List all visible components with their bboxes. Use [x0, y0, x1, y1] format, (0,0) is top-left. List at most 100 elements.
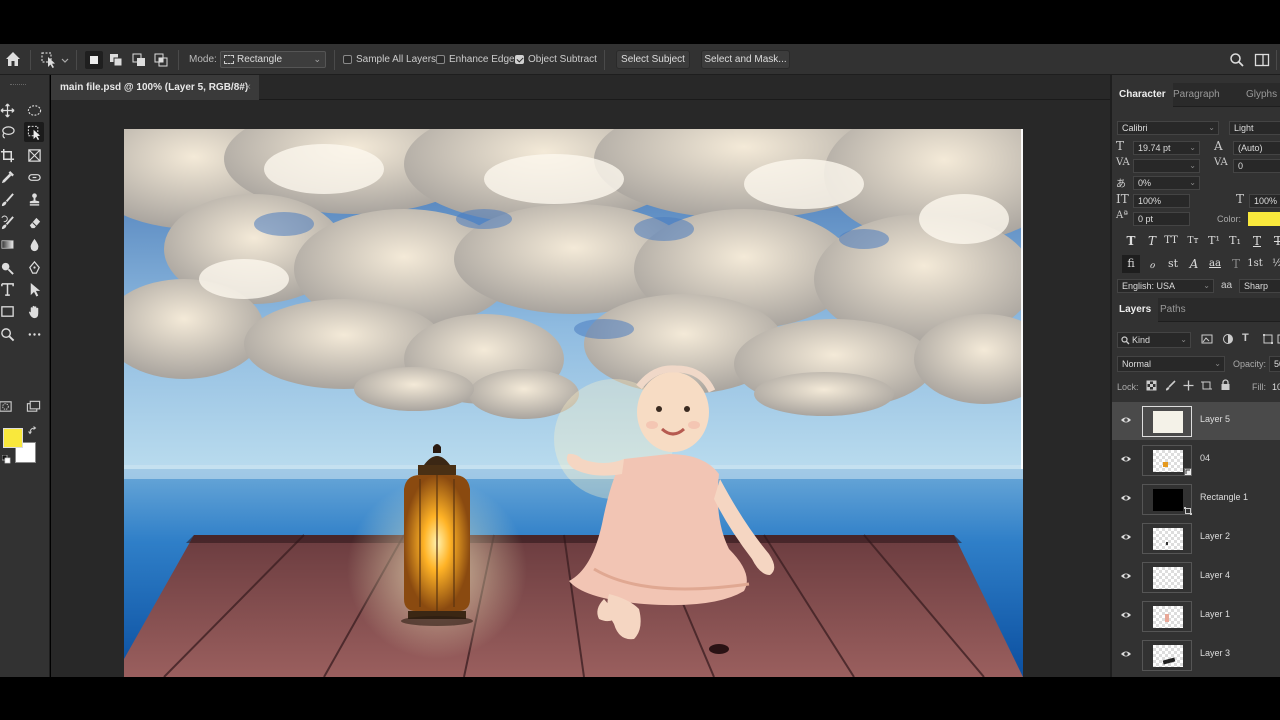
image-canvas[interactable] [124, 129, 1023, 677]
workspace-icon[interactable] [1254, 52, 1270, 68]
superscript-button[interactable]: T¹ [1205, 232, 1223, 250]
blend-mode-select[interactable]: Normal ⌄ [1117, 356, 1225, 372]
checkbox-box[interactable] [343, 55, 352, 64]
filter-shape-icon[interactable] [1262, 333, 1274, 345]
baseline-shift-field[interactable]: 0 pt [1133, 212, 1190, 226]
spot-healing-tool[interactable] [24, 167, 44, 187]
fill-value[interactable]: 10 [1272, 382, 1280, 392]
select-subject-button[interactable]: Select Subject [616, 50, 690, 69]
layer-name[interactable]: Rectangle 1 [1200, 492, 1248, 502]
screen-mode-button[interactable] [23, 396, 43, 416]
faux-bold-button[interactable]: T [1122, 232, 1140, 250]
subtract-from-selection-button[interactable] [130, 51, 148, 69]
type-tool[interactable] [0, 279, 17, 299]
tracking-field[interactable]: 0 [1233, 159, 1280, 173]
lock-artboard-icon[interactable] [1201, 380, 1212, 391]
more-tools-button[interactable] [24, 324, 44, 344]
stylistic-alternates-button[interactable]: aa [1206, 255, 1224, 273]
frame-tool[interactable] [24, 145, 44, 165]
tab-layers[interactable]: Layers [1112, 298, 1159, 322]
blur-tool[interactable] [24, 234, 44, 254]
layer-name[interactable]: Layer 4 [1200, 570, 1230, 580]
tab-paragraph[interactable]: Paragraph [1166, 83, 1227, 107]
document-tab[interactable]: main file.psd @ 100% (Layer 5, RGB/8#) × [51, 75, 259, 100]
filter-type-icon[interactable]: T [1242, 332, 1249, 344]
select-and-mask-button[interactable]: Select and Mask... [701, 50, 790, 69]
ligatures-button[interactable]: ﬁ [1122, 255, 1140, 273]
path-selection-tool[interactable] [24, 279, 44, 299]
small-caps-button[interactable]: Tт [1184, 232, 1202, 250]
tab-paths[interactable]: Paths [1153, 298, 1193, 322]
vertical-scale-field[interactable]: 100% [1133, 194, 1190, 208]
lock-brush-icon[interactable] [1165, 380, 1176, 391]
underline-button[interactable]: T [1248, 232, 1266, 250]
layer-name[interactable]: Layer 1 [1200, 609, 1230, 619]
home-icon[interactable] [4, 50, 22, 68]
layer-name[interactable]: Layer 3 [1200, 648, 1230, 658]
history-brush-tool[interactable] [0, 212, 17, 232]
crop-tool[interactable] [0, 145, 17, 165]
tab-character[interactable]: Character [1112, 83, 1173, 107]
layer-row[interactable]: Layer 3 [1112, 636, 1280, 674]
filter-pixel-icon[interactable] [1201, 333, 1213, 345]
swash-button[interactable]: A [1185, 255, 1203, 273]
add-to-selection-button[interactable] [107, 51, 125, 69]
elliptical-marquee-tool[interactable] [24, 100, 44, 120]
checkbox-box[interactable] [436, 55, 445, 64]
faux-italic-button[interactable]: T [1143, 232, 1161, 250]
strikethrough-button[interactable]: T [1269, 232, 1280, 250]
eye-icon[interactable] [1120, 570, 1132, 582]
layer-row[interactable]: Layer 4 [1112, 558, 1280, 596]
eraser-tool[interactable] [24, 212, 44, 232]
clone-stamp-tool[interactable] [24, 189, 44, 209]
font-size-field[interactable]: 19.74 pt ⌄ [1133, 141, 1200, 155]
default-colors-icon[interactable] [2, 455, 11, 464]
layer-row[interactable]: Layer 2 [1112, 519, 1280, 557]
sample-all-layers-checkbox[interactable]: Sample All Layers [343, 54, 436, 65]
intersect-selection-button[interactable] [152, 51, 170, 69]
zoom-tool[interactable] [0, 324, 17, 344]
ordinals-button[interactable]: 1st [1246, 255, 1264, 273]
subscript-button[interactable]: T₁ [1226, 232, 1244, 250]
lasso-tool[interactable] [0, 122, 17, 142]
kerning-field[interactable]: ⌄ [1133, 159, 1200, 173]
tab-glyphs[interactable]: Glyphs [1239, 83, 1280, 107]
pen-tool[interactable] [24, 257, 44, 277]
object-selection-preset-icon[interactable] [40, 51, 70, 69]
antialias-select[interactable]: Sharp [1239, 279, 1280, 293]
layer-row[interactable]: Layer 5 [1112, 402, 1280, 440]
layer-row[interactable]: Rectangle 1 [1112, 480, 1280, 518]
search-icon[interactable] [1229, 52, 1245, 68]
quick-mask-button[interactable] [0, 396, 15, 416]
layer-name[interactable]: 04 [1200, 453, 1210, 463]
eyedropper-tool[interactable] [0, 167, 17, 187]
eye-icon[interactable] [1120, 609, 1132, 621]
horizontal-scale-field[interactable]: 100% [1249, 194, 1280, 208]
layer-row[interactable]: Layer 1 [1112, 597, 1280, 635]
lock-transparent-icon[interactable] [1146, 380, 1157, 391]
enhance-edge-checkbox[interactable]: Enhance Edge [436, 54, 515, 65]
hand-tool[interactable] [24, 301, 44, 321]
gradient-tool[interactable] [0, 234, 17, 254]
fractions-button[interactable]: ½ [1268, 255, 1280, 273]
layer-filter-select[interactable]: Kind ⌄ [1117, 332, 1191, 348]
object-subtract-checkbox[interactable]: Object Subtract [515, 54, 597, 65]
titling-alternates-button[interactable]: T [1227, 255, 1245, 273]
eye-icon[interactable] [1120, 492, 1132, 504]
text-color-swatch[interactable] [1248, 212, 1280, 226]
font-family-select[interactable]: Calibri ⌄ [1117, 121, 1219, 135]
eye-icon[interactable] [1120, 453, 1132, 465]
lock-all-icon[interactable] [1220, 379, 1231, 391]
all-caps-button[interactable]: TT [1162, 232, 1180, 250]
leading-field[interactable]: (Auto) [1233, 141, 1280, 155]
language-select[interactable]: English: USA ⌄ [1117, 279, 1214, 293]
font-style-select[interactable]: Light [1229, 121, 1280, 135]
close-icon[interactable]: × [245, 75, 251, 100]
eye-icon[interactable] [1120, 531, 1132, 543]
lock-move-icon[interactable] [1183, 380, 1194, 391]
discretionary-ligatures-button[interactable]: ℴ [1143, 255, 1161, 273]
new-selection-button[interactable] [85, 51, 103, 69]
layer-name[interactable]: Layer 2 [1200, 531, 1230, 541]
dodge-tool[interactable] [0, 257, 17, 277]
filter-adjustment-icon[interactable] [1222, 333, 1234, 345]
